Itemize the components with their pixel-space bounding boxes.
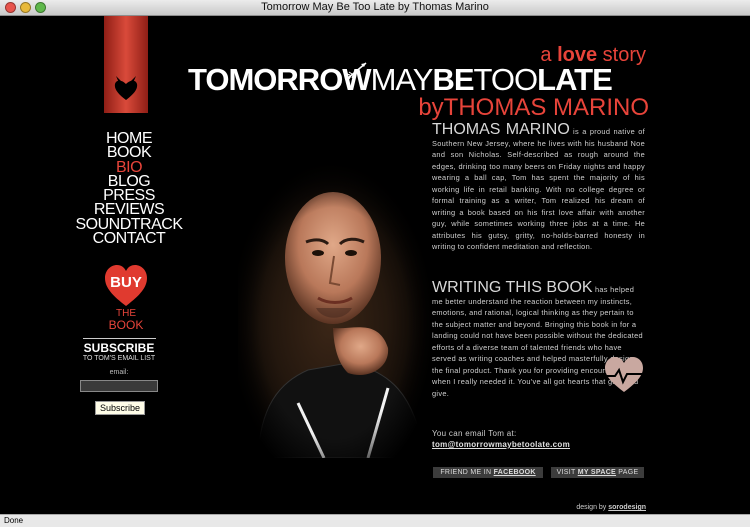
- facebook-link[interactable]: FRIEND ME IN FACEBOOK: [433, 467, 543, 478]
- design-credit: design by sorodesign: [576, 504, 646, 511]
- title-tomorrow: TOMORROW: [188, 62, 372, 97]
- window-titlebar: Tomorrow May Be Too Late by Thomas Marin…: [0, 0, 750, 16]
- nav-contact[interactable]: CONTACT: [74, 230, 184, 246]
- window-title: Tomorrow May Be Too Late by Thomas Marin…: [261, 1, 489, 13]
- title-may: MAY: [370, 62, 434, 97]
- heart-devil-icon: [114, 76, 138, 100]
- buy-book-label: BOOK: [108, 318, 144, 332]
- bio-text: is a proud native of Southern New Jersey…: [432, 127, 645, 251]
- author-email-link[interactable]: tom@tomorrowmaybetoolate.com: [432, 440, 570, 449]
- cupid-arrow-icon: [346, 62, 367, 80]
- bookmark-ribbon: [104, 16, 148, 113]
- subscribe-subheading: TO TOM'S EMAIL LIST: [82, 355, 156, 362]
- title-late: LATE: [537, 62, 613, 97]
- page-content: a love story TOMORROWMAYBETOOLATE byTHOM…: [0, 16, 750, 514]
- credit-prefix: design by: [576, 504, 607, 511]
- myspace-link[interactable]: VISIT MY SPACE PAGE: [551, 467, 644, 478]
- bio-paragraph: THOMAS MARINO is a proud native of South…: [432, 121, 645, 253]
- main-nav: HOME BOOK BIO BLOG PRESS REVIEWS SOUNDTR…: [74, 130, 184, 246]
- myspace-link-prefix: VISIT: [556, 469, 576, 476]
- credit-link[interactable]: sorodesign: [608, 504, 646, 511]
- title-be: BE: [432, 62, 474, 97]
- author-portrait: [238, 158, 430, 458]
- subscribe-divider: [83, 338, 156, 339]
- buy-book-button[interactable]: BUY THE BOOK: [103, 264, 149, 331]
- subscribe-heading: SUBSCRIBE: [83, 341, 155, 355]
- facebook-link-bold: FACEBOOK: [493, 469, 536, 476]
- bio-lead: THOMAS MARINO: [432, 121, 570, 138]
- author-byline: byTHOMAS MARINO: [418, 94, 649, 121]
- buy-label: BUY: [110, 274, 142, 291]
- myspace-link-suffix: PAGE: [618, 469, 639, 476]
- email-label: email:: [109, 369, 129, 376]
- book-title: TOMORROWMAYBETOOLATE: [188, 62, 613, 98]
- subscribe-button[interactable]: Subscribe: [95, 401, 145, 415]
- email-field[interactable]: [80, 380, 158, 392]
- status-bar: Done: [0, 514, 750, 527]
- author-photo: [238, 158, 430, 458]
- arrow-through-heart-icon: [605, 357, 643, 392]
- email-prompt: You can email Tom at:: [432, 429, 517, 438]
- facebook-link-prefix: FRIEND ME IN: [440, 469, 492, 476]
- writing-lead: WRITING THIS BOOK: [432, 279, 593, 296]
- title-too: TOO: [473, 62, 539, 97]
- myspace-link-bold: MY SPACE: [577, 469, 617, 476]
